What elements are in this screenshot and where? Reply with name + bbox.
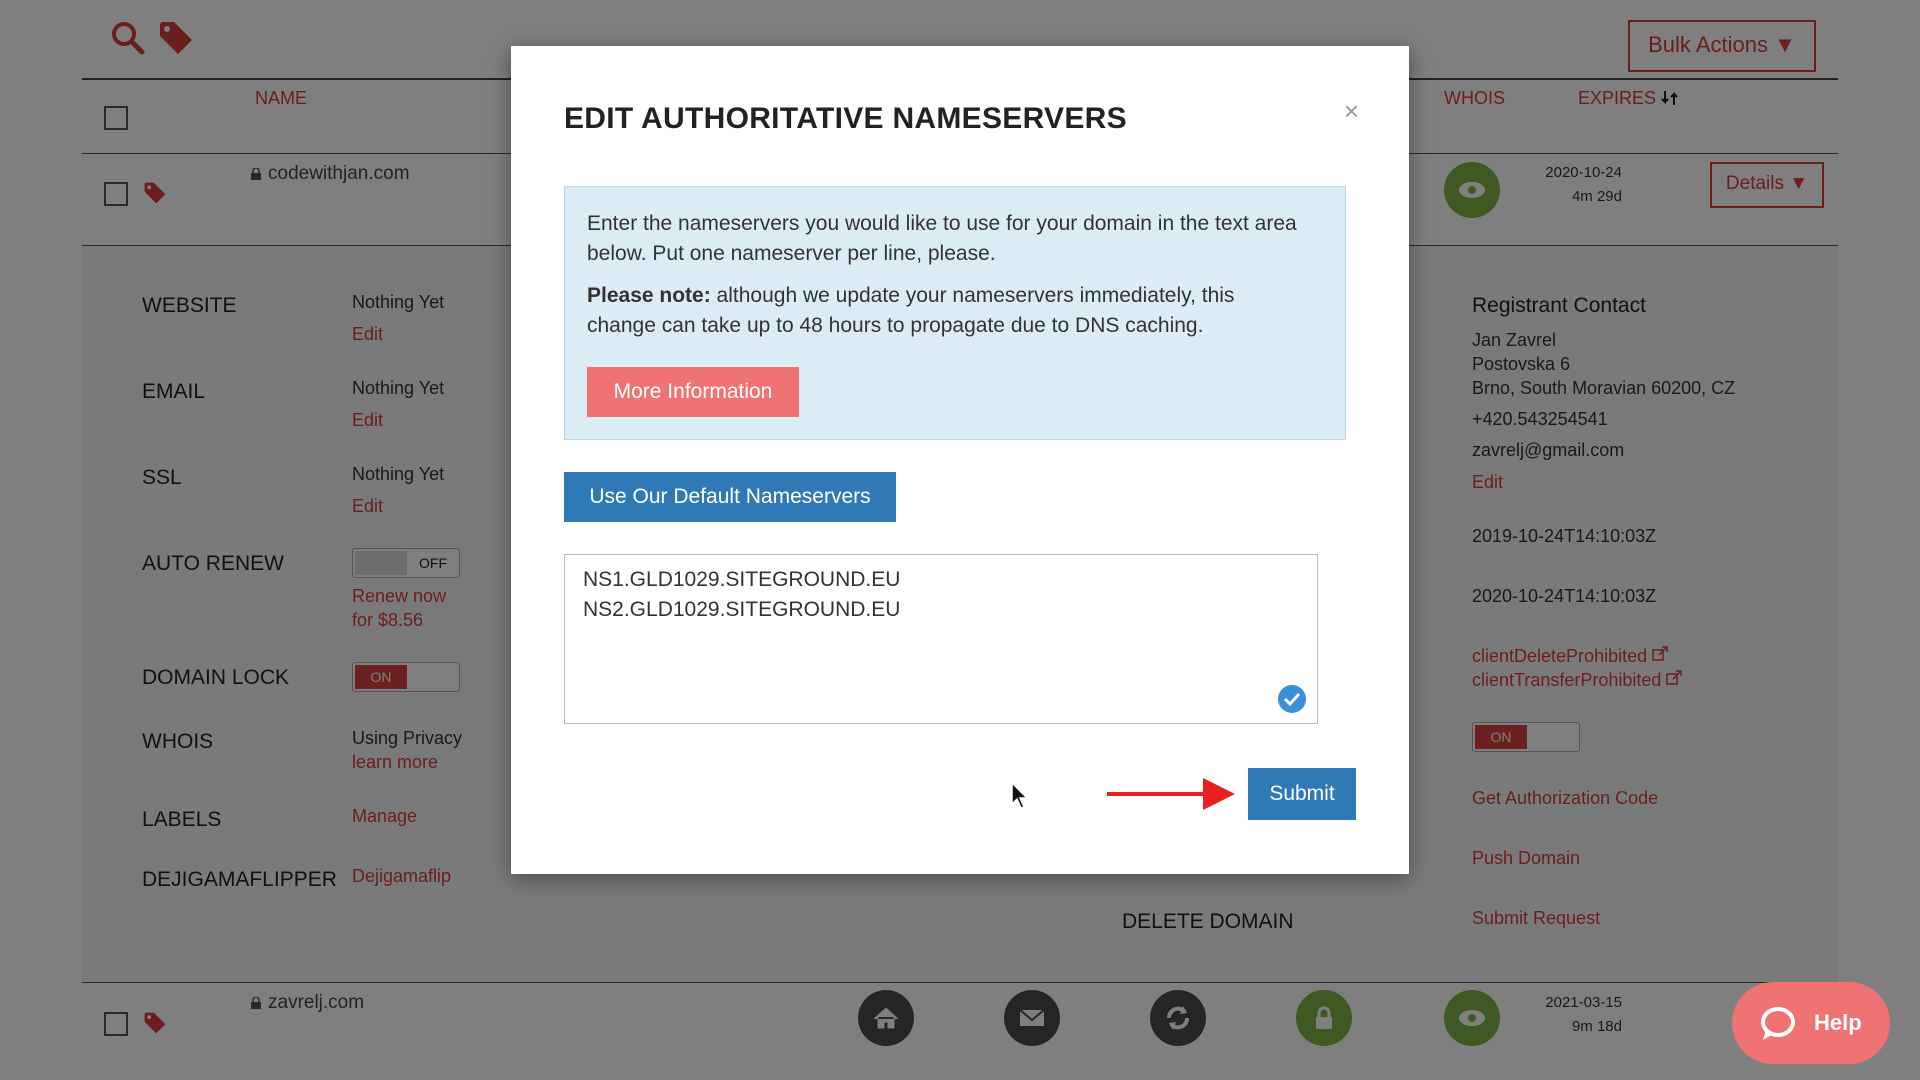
submit-button[interactable]: Submit	[1248, 768, 1356, 820]
modal-title: EDIT AUTHORITATIVE NAMESERVERS	[564, 102, 1127, 135]
close-icon[interactable]: ×	[1344, 96, 1359, 127]
arrow-icon	[1107, 778, 1235, 810]
nameservers-textarea[interactable]	[564, 554, 1318, 724]
more-information-button[interactable]: More Information	[587, 367, 799, 417]
info-text: Enter the nameservers you would like to …	[587, 212, 1297, 265]
mouse-cursor-icon	[1011, 782, 1029, 809]
note-text: Please note: although we update your nam…	[587, 281, 1307, 341]
check-icon	[1278, 685, 1306, 713]
chat-bubble-icon	[1761, 1007, 1795, 1040]
help-label: Help	[1814, 1010, 1862, 1035]
edit-nameservers-modal: EDIT AUTHORITATIVE NAMESERVERS × Enter t…	[511, 46, 1409, 874]
note-label: Please note:	[587, 284, 711, 307]
info-box: Enter the nameservers you would like to …	[564, 186, 1346, 440]
use-default-nameservers-button[interactable]: Use Our Default Nameservers	[564, 472, 896, 522]
help-button[interactable]: Help	[1732, 982, 1890, 1064]
